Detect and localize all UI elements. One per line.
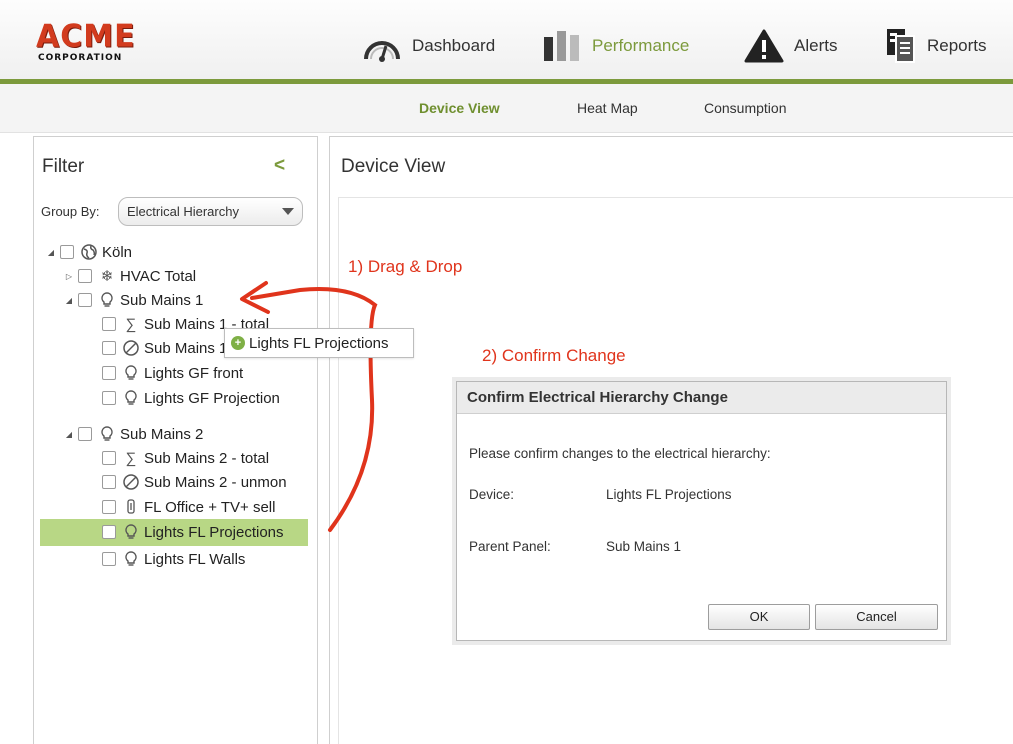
- dialog-title-bar[interactable]: Confirm Electrical Hierarchy Change: [457, 382, 946, 414]
- parent-panel-label: Parent Panel:: [469, 539, 551, 554]
- drag-ghost: + Lights FL Projections: [224, 328, 414, 358]
- drag-ghost-label: Lights FL Projections: [249, 334, 389, 352]
- device-label: Device:: [469, 487, 515, 502]
- app-window: ACME CORPORATION Dashboard Performance A…: [0, 0, 1013, 744]
- confirm-dialog: Confirm Electrical Hierarchy Change Plea…: [456, 381, 947, 641]
- cancel-button[interactable]: Cancel: [815, 604, 938, 630]
- dialog-message: Please confirm changes to the electrical…: [469, 446, 771, 461]
- add-icon: +: [231, 336, 245, 350]
- dialog-title: Confirm Electrical Hierarchy Change: [467, 389, 728, 406]
- ok-button[interactable]: OK: [708, 604, 810, 630]
- parent-panel-value: Sub Mains 1: [606, 539, 682, 554]
- device-value: Lights FL Projections: [606, 487, 732, 502]
